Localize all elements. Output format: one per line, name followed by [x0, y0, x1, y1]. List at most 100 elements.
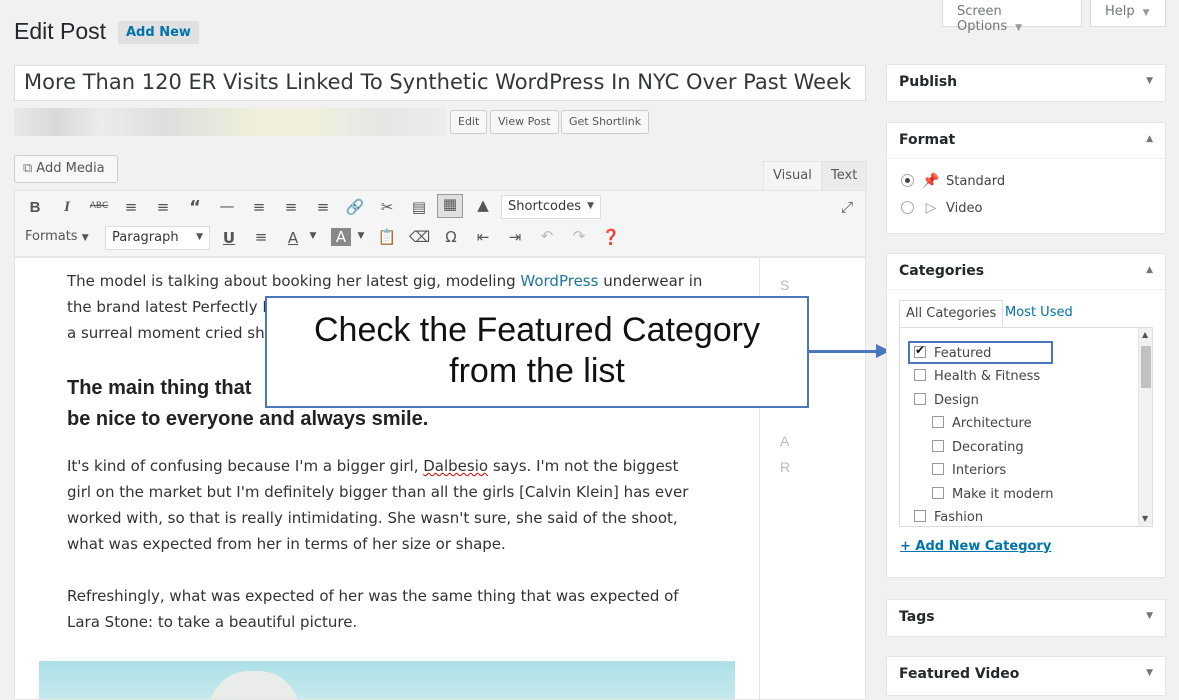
- publish-header[interactable]: Publish ▼: [887, 65, 1165, 101]
- post-image[interactable]: [39, 661, 735, 699]
- justify-icon[interactable]: ≡: [251, 228, 271, 246]
- caret-down-icon[interactable]: ▼: [1146, 668, 1153, 678]
- scroll-down-icon[interactable]: ▼: [1142, 514, 1148, 523]
- scroll-up-icon[interactable]: ▲: [1142, 330, 1148, 339]
- link-icon[interactable]: 🔗: [345, 198, 365, 216]
- checkbox[interactable]: [932, 487, 944, 499]
- permalink-blurred: [14, 108, 446, 136]
- checkbox[interactable]: [932, 463, 944, 475]
- featured-video-title: Featured Video: [899, 666, 1020, 682]
- checkbox[interactable]: [932, 440, 944, 452]
- paragraph-text: the brand latest Perfectly F: [67, 298, 271, 316]
- tags-header[interactable]: Tags ▼: [887, 600, 1165, 636]
- align-center-icon[interactable]: ≡: [281, 198, 301, 216]
- toolbar-toggle-icon[interactable]: ▦: [437, 194, 463, 218]
- categories-header[interactable]: Categories ▲: [887, 254, 1165, 290]
- format-header[interactable]: Format ▲: [887, 123, 1165, 159]
- category-item-health[interactable]: Health & Fitness: [914, 369, 1040, 384]
- side-letter: A: [780, 433, 790, 449]
- underline-icon[interactable]: U: [219, 229, 239, 247]
- read-more-icon[interactable]: ▤: [409, 198, 429, 216]
- tab-most-used[interactable]: Most Used: [999, 300, 1079, 325]
- background-color-icon[interactable]: A: [331, 228, 351, 246]
- scroll-thumb[interactable]: [1141, 346, 1151, 388]
- callout-box: Check the Featured Category from the lis…: [265, 296, 809, 408]
- publish-box: Publish ▼: [886, 64, 1166, 102]
- format-title: Format: [899, 132, 956, 148]
- misspelled-word: Dalbesio: [423, 457, 489, 475]
- unlink-icon[interactable]: ✂: [377, 198, 397, 216]
- undo-icon[interactable]: ↶: [537, 227, 557, 245]
- add-new-button[interactable]: Add New: [118, 21, 199, 44]
- category-item-featured[interactable]: Featured: [914, 343, 991, 361]
- paste-text-icon[interactable]: 📋: [377, 228, 397, 246]
- outdent-icon[interactable]: ⇤: [473, 228, 493, 246]
- tags-title: Tags: [899, 609, 935, 625]
- help-tab[interactable]: Help ▼: [1090, 0, 1166, 27]
- category-item-interiors[interactable]: Interiors: [932, 463, 1006, 478]
- checkbox-checked[interactable]: [914, 343, 926, 358]
- italic-icon[interactable]: I: [57, 199, 77, 216]
- paragraph-select[interactable]: Paragraph ▼: [105, 226, 210, 250]
- category-label: Interiors: [952, 463, 1007, 478]
- checkbox[interactable]: [914, 369, 926, 381]
- horizontal-line-icon[interactable]: —: [217, 197, 237, 215]
- tab-text[interactable]: Text: [821, 161, 868, 191]
- caret-down-icon[interactable]: ▼: [351, 231, 371, 241]
- checkbox[interactable]: [914, 393, 926, 405]
- radio-selected[interactable]: [901, 174, 914, 187]
- callout-line: from the list: [449, 352, 625, 390]
- format-box: Format ▲ 📌 Standard ▷ Video: [886, 122, 1166, 234]
- image-shape: [209, 671, 299, 699]
- post-title-input[interactable]: More Than 120 ER Visits Linked To Synthe…: [14, 65, 866, 101]
- radio-unselected[interactable]: [901, 201, 914, 214]
- category-item-fashion[interactable]: Fashion: [914, 510, 983, 525]
- spy-icon[interactable]: ▲: [473, 196, 493, 214]
- add-new-category-link[interactable]: + Add New Category: [900, 539, 1051, 554]
- caret-down-icon[interactable]: ▼: [1146, 76, 1153, 86]
- numbered-list-icon[interactable]: ≡: [153, 198, 173, 216]
- blockquote-icon[interactable]: “: [185, 197, 205, 218]
- view-post-button[interactable]: View Post: [490, 110, 559, 134]
- bullet-list-icon[interactable]: ≡: [121, 198, 141, 216]
- add-media-button[interactable]: ⧉ Add Media: [14, 155, 118, 183]
- caret-down-icon[interactable]: ▼: [1146, 611, 1153, 621]
- category-item-design[interactable]: Design: [914, 393, 979, 408]
- format-option-video[interactable]: ▷ Video: [901, 200, 982, 216]
- fullscreen-icon[interactable]: ⤢: [837, 198, 857, 216]
- align-left-icon[interactable]: ≡: [249, 198, 269, 216]
- paragraph-2: It's kind of confusing because I'm a big…: [67, 453, 707, 557]
- caret-up-icon[interactable]: ▲: [1146, 265, 1153, 275]
- help-icon[interactable]: ❓: [601, 228, 621, 246]
- caret-down-icon[interactable]: ▼: [303, 231, 323, 241]
- bold-icon[interactable]: B: [25, 199, 45, 216]
- get-shortlink-button[interactable]: Get Shortlink: [561, 110, 650, 134]
- wordpress-link[interactable]: WordPress: [520, 272, 598, 290]
- clear-formatting-icon[interactable]: ⌫: [409, 228, 430, 246]
- checkbox[interactable]: [932, 416, 944, 428]
- tab-all-categories[interactable]: All Categories: [899, 300, 1004, 327]
- category-label: Make it modern: [952, 487, 1054, 502]
- category-scrollbar[interactable]: ▲ ▼: [1138, 328, 1152, 526]
- category-label: Architecture: [952, 416, 1032, 431]
- text-color-icon[interactable]: A: [283, 229, 303, 247]
- special-character-icon[interactable]: Ω: [441, 228, 461, 246]
- checkbox[interactable]: [914, 510, 926, 522]
- shortcodes-select[interactable]: Shortcodes ▼: [501, 195, 601, 219]
- category-item-decorating[interactable]: Decorating: [932, 440, 1024, 455]
- formats-dropdown[interactable]: Formats ▼: [25, 229, 103, 244]
- caret-up-icon[interactable]: ▲: [1146, 134, 1153, 144]
- edit-permalink-button[interactable]: Edit: [450, 110, 488, 134]
- media-icon: ⧉: [23, 161, 33, 176]
- align-right-icon[interactable]: ≡: [313, 198, 333, 216]
- indent-icon[interactable]: ⇥: [505, 228, 525, 246]
- side-letter: S: [780, 277, 790, 293]
- category-item-make-it-modern[interactable]: Make it modern: [932, 487, 1053, 502]
- format-option-standard[interactable]: 📌 Standard: [901, 173, 1005, 189]
- category-item-architecture[interactable]: Architecture: [932, 416, 1032, 431]
- tab-visual[interactable]: Visual: [763, 161, 822, 191]
- screen-options-tab[interactable]: Screen Options ▼: [942, 0, 1082, 34]
- featured-video-header[interactable]: Featured Video ▼: [887, 657, 1165, 693]
- strikethrough-icon[interactable]: ABC: [89, 201, 109, 211]
- redo-icon[interactable]: ↷: [569, 227, 589, 245]
